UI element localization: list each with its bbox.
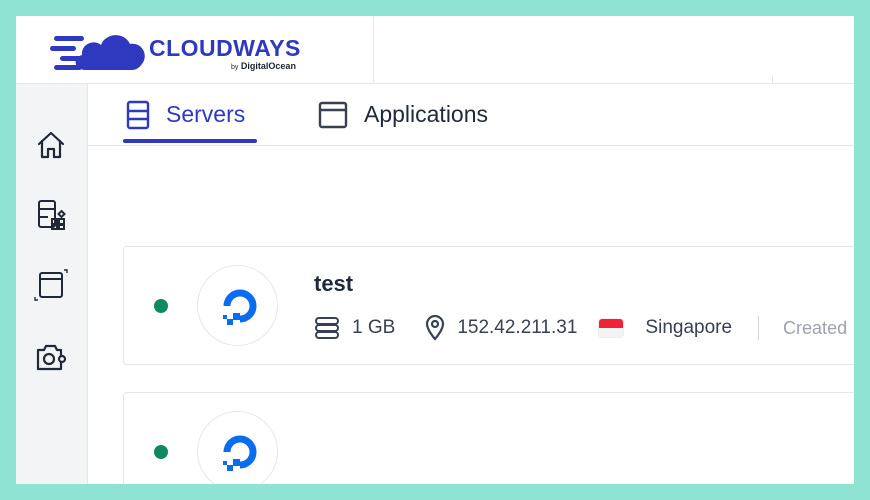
digitalocean-icon xyxy=(222,435,256,471)
server-ip-value: 152.42.211.31 xyxy=(457,317,578,338)
app-frame: CLOUDWAYS by DigitalOcean Servers Applic… xyxy=(16,16,854,484)
home-icon xyxy=(37,131,65,159)
location-pin-icon xyxy=(426,315,445,341)
storage-icon xyxy=(315,317,339,339)
server-card[interactable]: test 1 GB 152.42.211.31 Singapore Create… xyxy=(123,246,854,365)
server-created: Created xyxy=(783,317,848,338)
brand-company: DigitalOcean xyxy=(240,61,296,71)
status-dot xyxy=(154,299,168,313)
sidebar-item-addons[interactable] xyxy=(34,340,68,374)
server-meta: 1 GB 152.42.211.31 Singapore Created xyxy=(314,313,847,343)
tab-applications[interactable]: Applications xyxy=(318,84,488,145)
server-location-value: Singapore xyxy=(645,317,733,338)
brand-name: CLOUDWAYS xyxy=(149,35,301,61)
brand-subtitle: by DigitalOcean xyxy=(231,61,296,71)
application-window-icon xyxy=(318,101,348,128)
brand-by: by xyxy=(231,64,239,71)
server-icon xyxy=(126,100,150,129)
sidebar-item-window[interactable] xyxy=(34,268,68,302)
server-apps-icon xyxy=(38,200,66,230)
tab-servers-label: Servers xyxy=(166,101,246,127)
cloud-logo-icon xyxy=(50,35,145,70)
sidebar-item-home[interactable] xyxy=(34,128,68,162)
digitalocean-icon xyxy=(222,289,256,325)
topbar-divider xyxy=(772,76,773,83)
server-location: Singapore xyxy=(599,317,732,339)
sidebar-item-server-apps[interactable] xyxy=(34,197,68,231)
provider-avatar xyxy=(197,265,278,346)
sidebar xyxy=(16,84,88,484)
status-dot xyxy=(154,445,168,459)
top-bar: CLOUDWAYS by DigitalOcean xyxy=(16,16,854,84)
camera-gear-icon xyxy=(36,344,67,371)
active-tab-indicator xyxy=(123,139,257,143)
window-icon xyxy=(34,269,68,301)
server-size-value: 1 GB xyxy=(352,317,396,338)
meta-divider xyxy=(758,316,760,340)
tab-applications-label: Applications xyxy=(364,101,489,127)
server-size: 1 GB xyxy=(314,316,395,340)
server-name: test xyxy=(314,271,354,296)
server-card[interactable] xyxy=(123,392,854,484)
logo-area[interactable]: CLOUDWAYS by DigitalOcean xyxy=(16,16,374,83)
singapore-flag-icon xyxy=(599,319,624,337)
server-ip: 152.42.211.31 xyxy=(425,315,577,341)
provider-avatar xyxy=(197,411,278,484)
tab-bar: Servers Applications xyxy=(88,84,854,146)
tab-servers[interactable]: Servers xyxy=(126,84,245,145)
